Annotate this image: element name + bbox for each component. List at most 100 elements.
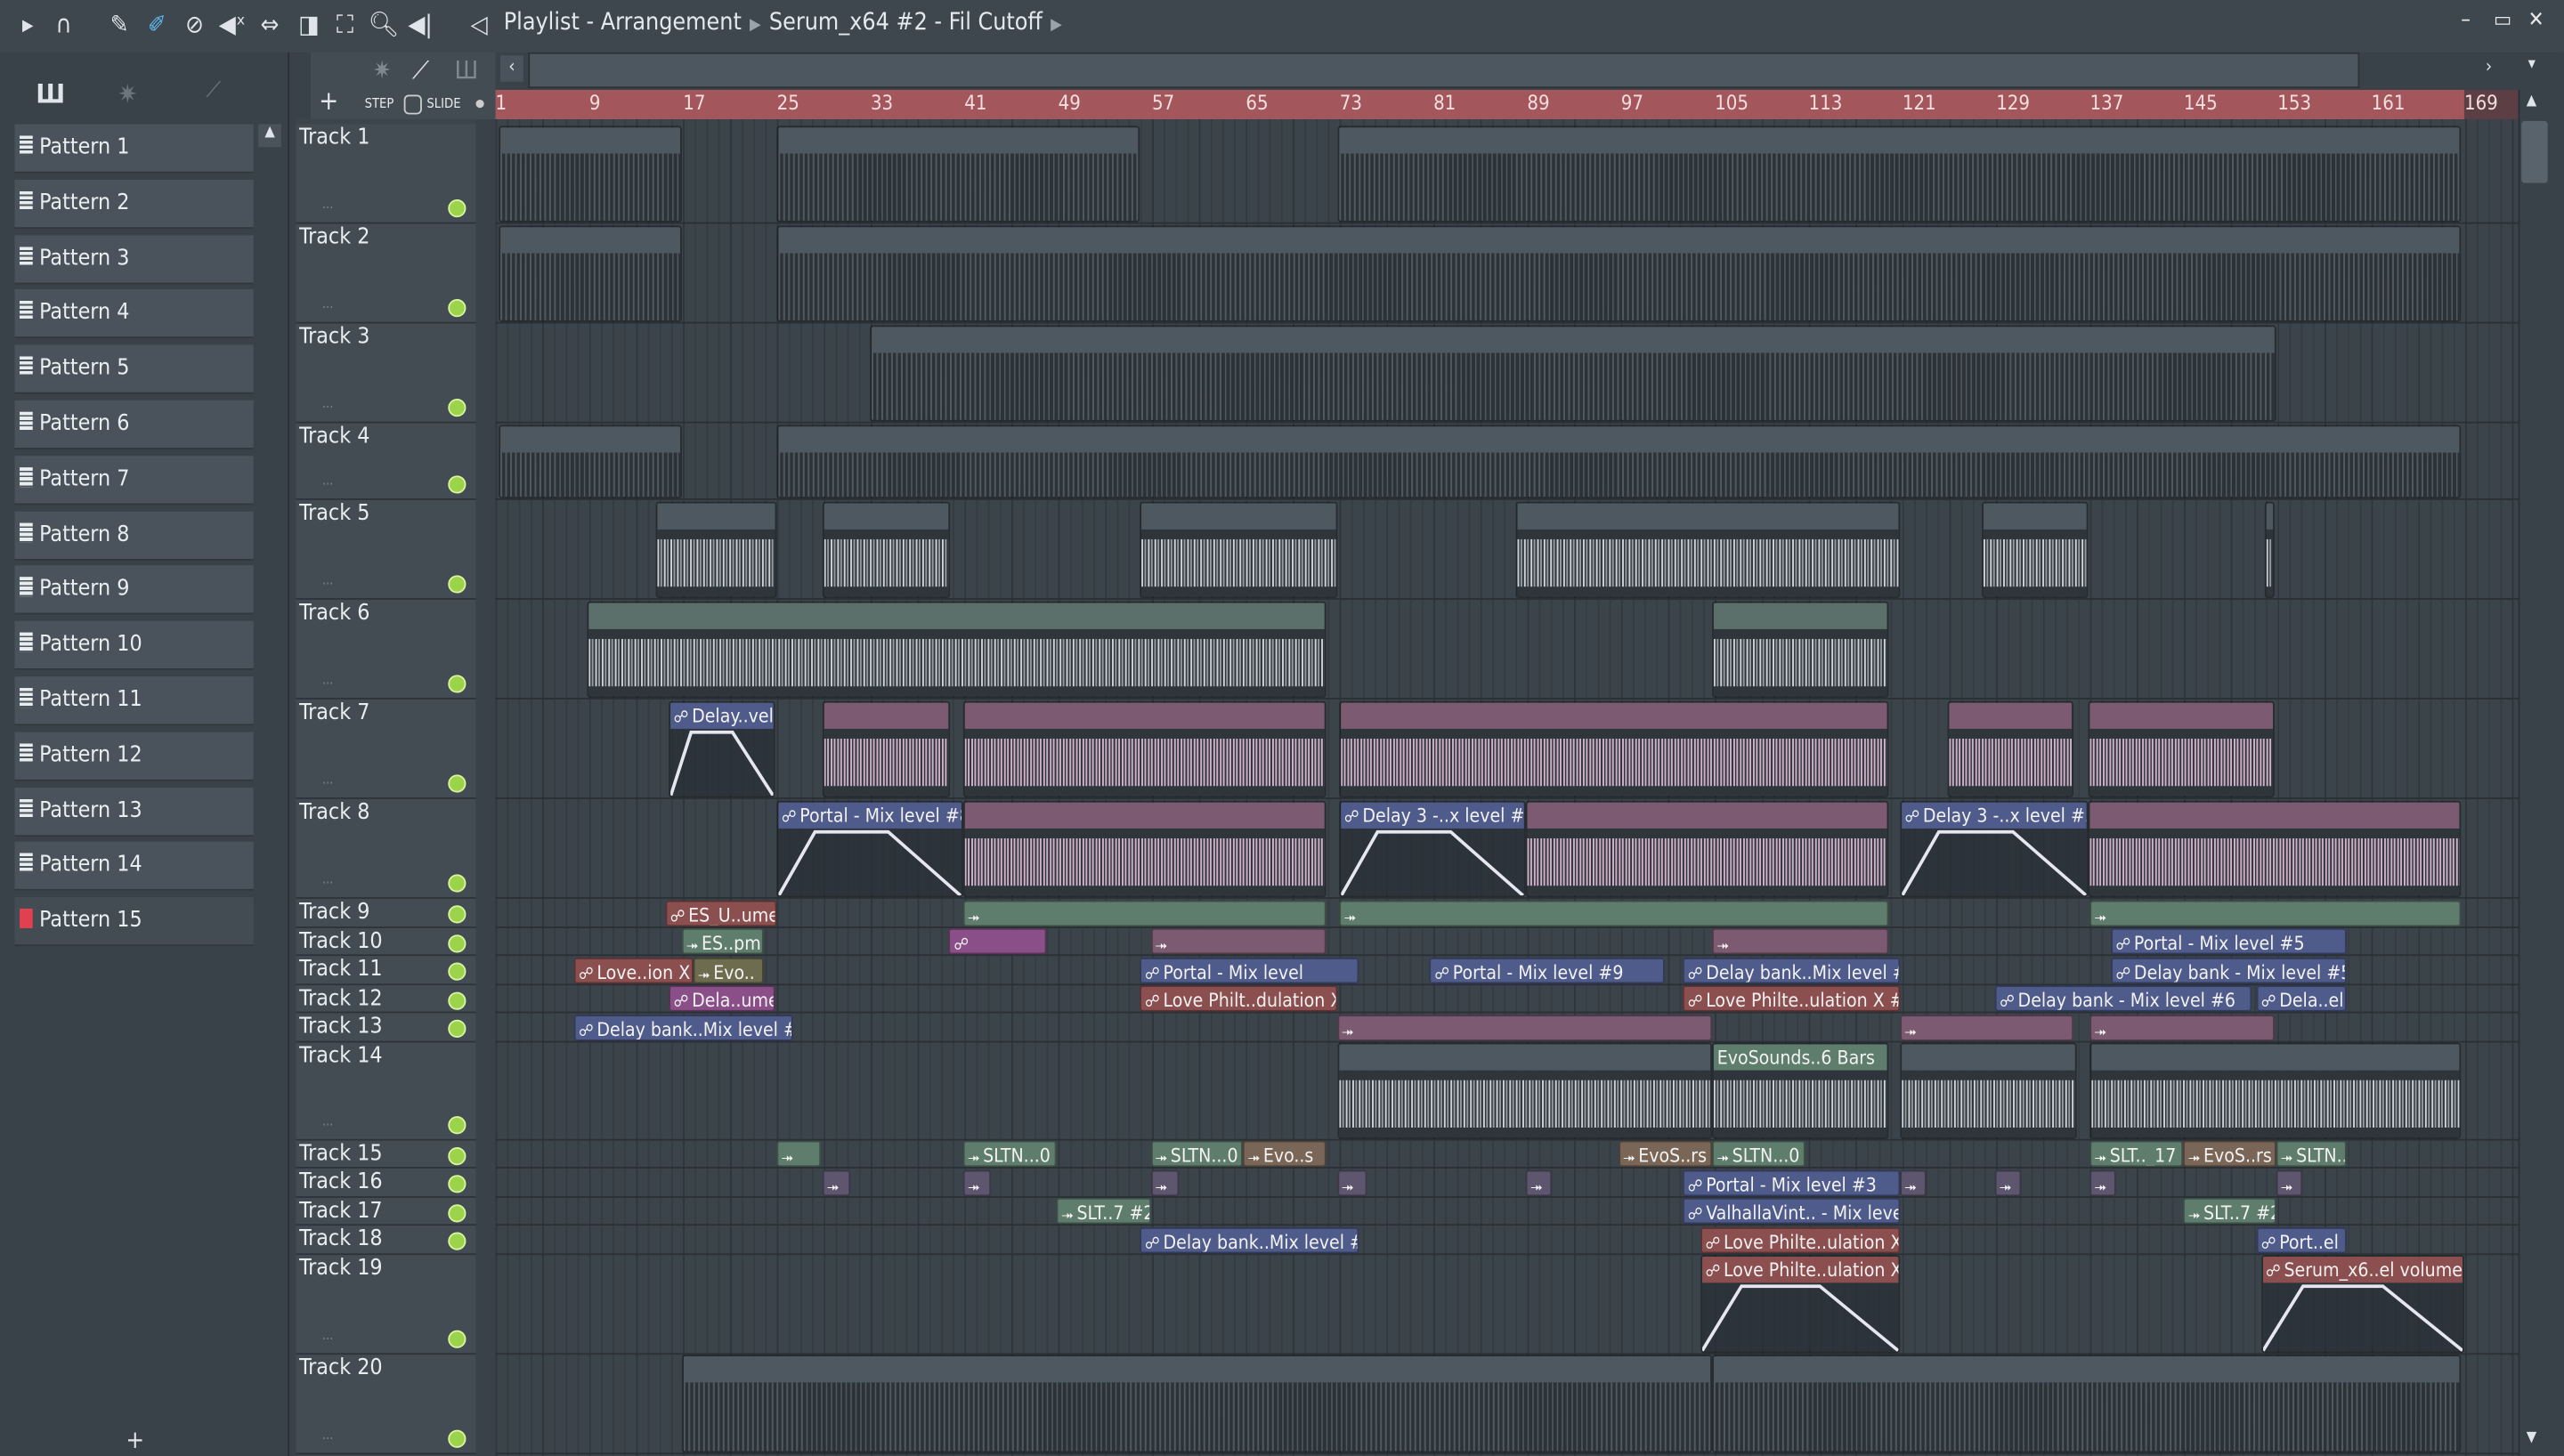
automation-clip[interactable]: Delay bank..Mix level #2	[573, 1014, 793, 1040]
automation-clip[interactable]: ES_U..ume	[665, 899, 777, 926]
audio-clip[interactable]	[1336, 1042, 1713, 1138]
audio-clip[interactable]	[2089, 1042, 2462, 1138]
pattern-clip[interactable]	[1712, 1355, 2462, 1452]
pattern-clip[interactable]: Evo..	[693, 957, 764, 983]
pattern-clip[interactable]	[776, 125, 1140, 222]
play-arrow-icon[interactable]: ▸	[13, 10, 43, 39]
track-header[interactable]: Track 3 ···	[296, 323, 476, 424]
pattern-item[interactable]: Pattern 5	[14, 344, 254, 394]
automation-clip[interactable]: Dela..el #2	[2256, 985, 2347, 1012]
audio-clip[interactable]	[2088, 799, 2462, 898]
timeline-ruler[interactable]: 1 9 17 25 33 41 49 57 65 73 81 89 97 105 113 121 129 137 1…	[495, 89, 2464, 120]
audio-clip[interactable]	[1339, 700, 1888, 798]
track-mute-toggle[interactable]	[448, 1232, 467, 1250]
track-mute-toggle[interactable]	[448, 575, 467, 594]
slide-toggle[interactable]	[475, 100, 484, 109]
pattern-item[interactable]: Pattern 7	[14, 455, 254, 506]
pattern-item[interactable]: Pattern 2	[14, 179, 254, 229]
track-mute-toggle[interactable]	[448, 1146, 467, 1165]
audio-clip[interactable]	[2264, 500, 2276, 599]
audio-clip-icon[interactable]: ✷	[373, 55, 392, 85]
track-mute-toggle[interactable]	[448, 962, 467, 981]
pattern-clip[interactable]	[2089, 899, 2462, 926]
automation-clip-icon[interactable]: ⟋	[412, 55, 429, 85]
audio-clip[interactable]	[1899, 1042, 2077, 1138]
audio-clip[interactable]	[962, 799, 1327, 898]
automation-clip[interactable]: Love Philt..dulation X	[1140, 985, 1337, 1012]
track-header[interactable]: Track 15	[296, 1139, 476, 1169]
pattern-item[interactable]: Pattern 13	[14, 787, 254, 837]
pattern-clip[interactable]: SLTN...0	[962, 1140, 1058, 1168]
scroll-right-button[interactable]: ›	[2486, 55, 2492, 77]
pattern-clip[interactable]: EvoS..rs	[2183, 1140, 2276, 1168]
pattern-clip[interactable]	[2089, 1169, 2116, 1196]
track-header[interactable]: Track 20 ···	[296, 1354, 476, 1454]
pattern-clip[interactable]: SLTN...0	[1712, 1140, 1805, 1168]
track-mute-toggle[interactable]	[448, 399, 467, 417]
step-toggle[interactable]	[403, 94, 422, 115]
pattern-clip[interactable]: SLTN...0	[2276, 1140, 2347, 1168]
title-target[interactable]: Serum_x64 #2 - Fil Cutoff	[769, 10, 1043, 36]
pattern-clip[interactable]	[1336, 1169, 1367, 1196]
pattern-clip[interactable]	[1525, 1169, 1552, 1196]
pattern-item[interactable]: Pattern 15	[14, 897, 254, 947]
track-mute-toggle[interactable]	[448, 1329, 467, 1347]
track-header[interactable]: Track 19 ···	[296, 1254, 476, 1355]
minimize-button[interactable]: –	[2461, 8, 2471, 33]
track-mute-toggle[interactable]	[448, 675, 467, 693]
track-header[interactable]: Track 14 ···	[296, 1041, 476, 1140]
track-header[interactable]: Track 8 ···	[296, 798, 476, 899]
track-mute-toggle[interactable]	[448, 199, 467, 218]
track-mute-toggle[interactable]	[448, 1019, 467, 1038]
delete-icon[interactable]: ⊘	[180, 10, 209, 39]
pattern-clip[interactable]	[499, 224, 682, 322]
automation-clip[interactable]: Delay bank - Mix level #5	[2110, 957, 2347, 983]
audio-clip[interactable]	[962, 700, 1327, 798]
pencil-icon[interactable]: ✎	[105, 10, 134, 39]
automation-clip[interactable]: Love Philte..ulation X #2	[1683, 985, 1900, 1012]
pattern-clip[interactable]	[1336, 1014, 1713, 1040]
breadcrumb-arrow-icon[interactable]: ▶	[1051, 16, 1062, 34]
track-mute-toggle[interactable]	[448, 1428, 467, 1447]
automation-clip[interactable]: Portal - Mix level #5	[2110, 927, 2347, 955]
audio-clip[interactable]	[586, 600, 1327, 699]
pattern-clip[interactable]	[681, 1355, 1713, 1452]
pattern-clip[interactable]: Evo..s	[1243, 1140, 1327, 1168]
mute-icon[interactable]: ◀ˣ	[217, 10, 247, 39]
track-mute-toggle[interactable]	[448, 905, 467, 924]
scroll-up-button[interactable]: ▲	[258, 124, 281, 148]
playlist-grid[interactable]: Delay..vel Portal - Mix level #8 Delay 3 -…	[495, 119, 2519, 1456]
audio-clip[interactable]	[1712, 600, 1888, 699]
pattern-item[interactable]: Pattern 10	[14, 621, 254, 671]
audio-clip[interactable]	[1514, 500, 1900, 599]
automation-clip[interactable]: Love..ion X	[573, 957, 694, 983]
pattern-clip[interactable]	[1336, 125, 2462, 222]
audio-clip[interactable]	[655, 500, 777, 599]
track-header[interactable]: Track 5 ···	[296, 499, 476, 600]
pattern-item[interactable]: Pattern 6	[14, 400, 254, 449]
maximize-button[interactable]: ▭	[2494, 8, 2511, 33]
pattern-clip[interactable]	[499, 424, 682, 499]
add-track-button[interactable]: +	[319, 85, 338, 116]
audio-clip[interactable]	[1140, 500, 1337, 599]
automation-clip[interactable]: ValhallaVint.. - Mix level	[1683, 1197, 1900, 1225]
piano-icon[interactable]: Ш	[36, 78, 65, 109]
pattern-clip[interactable]: SLTN...0	[1150, 1140, 1244, 1168]
pattern-clip[interactable]	[1339, 899, 1888, 926]
pattern-clip[interactable]: SLT.._17	[2089, 1140, 2184, 1168]
select-icon[interactable]: ⛶	[330, 10, 360, 39]
pattern-item[interactable]: Pattern 4	[14, 289, 254, 339]
audio-clip[interactable]: EvoSounds..6 Bars	[1712, 1042, 1888, 1138]
pattern-item[interactable]: Pattern 1	[14, 124, 254, 174]
arrangement-overview-scrollbar[interactable]	[528, 52, 2360, 89]
audio-clip[interactable]	[1947, 700, 2073, 798]
add-pattern-button[interactable]: +	[126, 1425, 144, 1454]
automation-clip[interactable]: Serum_x6..el volume	[2260, 1255, 2464, 1353]
automation-clip[interactable]: Delay 3 -..x level #3	[1339, 799, 1526, 898]
slip-icon[interactable]: ⇔	[256, 10, 285, 39]
track-header[interactable]: Track 13	[296, 1013, 476, 1042]
pattern-clip[interactable]: EvoS..rs	[1618, 1140, 1713, 1168]
audio-clip[interactable]	[1525, 799, 1888, 898]
vertical-scrollbar[interactable]: ▲ ▼	[2518, 89, 2553, 1456]
pattern-clip[interactable]: ES..pm	[681, 927, 764, 955]
